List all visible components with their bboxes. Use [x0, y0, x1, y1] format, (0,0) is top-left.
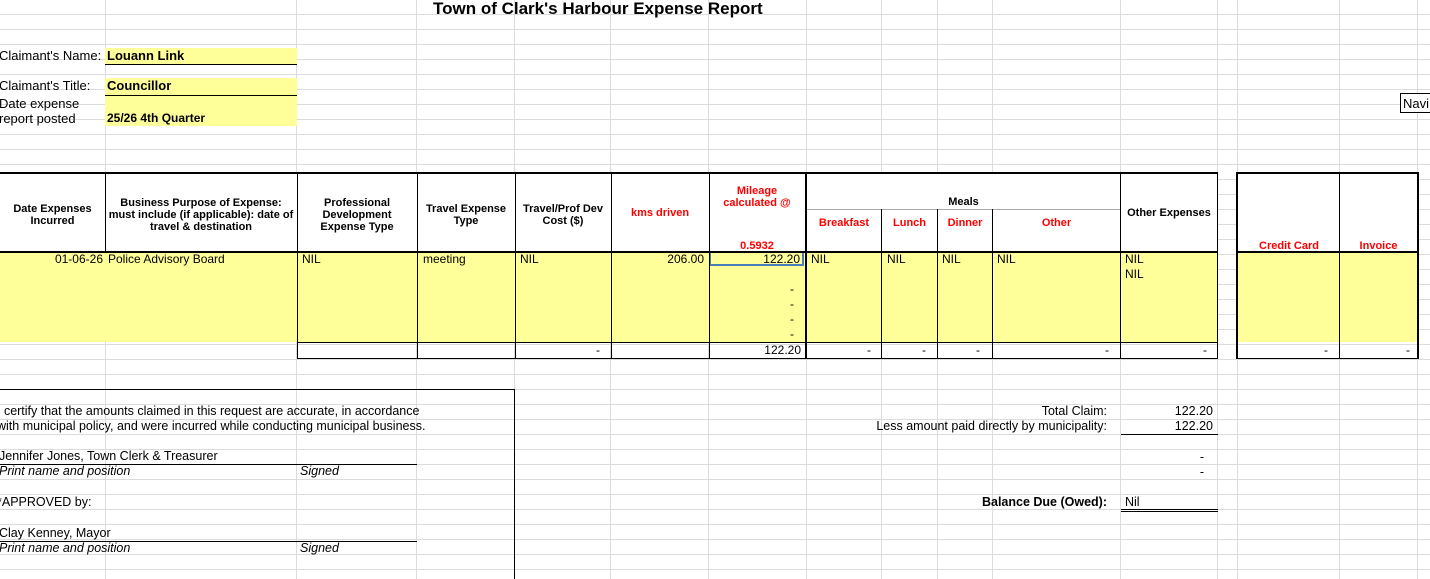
col-header-travel-type: Travel Expense Type: [425, 203, 507, 227]
col-div-11: [1120, 172, 1121, 359]
cert-line-1: I certify that the amounts claimed in th…: [0, 404, 420, 418]
claimant-name-underline: [105, 64, 297, 65]
mayor-signed-label: Signed: [300, 541, 339, 555]
col-header-kms: kms driven: [630, 207, 690, 219]
table-top-border: [0, 172, 1218, 174]
row1-other-expenses[interactable]: NIL: [1125, 252, 1215, 267]
col-div-1: [105, 172, 106, 252]
col-div-7: [805, 172, 807, 359]
mayor-name: Clay Kenney, Mayor: [0, 526, 111, 540]
claimant-title-field[interactable]: Councillor: [105, 78, 297, 95]
col-header-prof-dev: Professional Development Expense Type: [320, 197, 394, 233]
row1-travel-type[interactable]: meeting: [423, 252, 513, 267]
total-claim-value: 122.20: [1174, 404, 1213, 418]
row1-purpose[interactable]: Police Advisory Board: [108, 252, 296, 267]
col-header-mileage: Mileage calculated @: [723, 185, 791, 209]
payment-mid-border: [1339, 172, 1340, 359]
meals-divider: [807, 209, 1120, 210]
col-header-date: Date Expenses Incurred: [13, 203, 92, 227]
clerk-name: Jennifer Jones, Town Clerk & Treasurer: [0, 449, 218, 463]
row1-travel-cost[interactable]: NIL: [520, 252, 608, 267]
less-paid-underline: [1121, 434, 1218, 435]
col-div-6: [709, 172, 710, 359]
payment-rows-area: [1238, 252, 1418, 342]
summary-dash-2: -: [1199, 465, 1204, 479]
approved-label: *APPROVED by:: [0, 495, 92, 509]
clerk-signed-label: Signed: [300, 464, 339, 478]
date-posted-label-line1: Date expense: [0, 96, 80, 111]
row2-other-expenses[interactable]: NIL: [1125, 267, 1215, 282]
cert-line-2: with municipal policy, and were incurred…: [0, 419, 426, 433]
col-div-2: [297, 172, 298, 359]
date-posted-label-line2: report posted: [0, 111, 76, 126]
col-div-10: [992, 209, 993, 359]
header-bottom-border: [0, 251, 1218, 253]
less-paid-label: Less amount paid directly by municipalit…: [876, 419, 1107, 433]
totals-top-border: [297, 342, 1218, 343]
mayor-print-label: Print name and position: [0, 541, 131, 555]
total-invoice: -: [1406, 343, 1410, 357]
row1-prof-dev[interactable]: NIL: [302, 252, 412, 267]
balance-due-label: Balance Due (Owed):: [981, 495, 1107, 509]
row6-mileage[interactable]: -: [710, 327, 794, 342]
row1-kms[interactable]: 206.00: [612, 252, 704, 267]
total-other: -: [1105, 343, 1109, 357]
row1-breakfast[interactable]: NIL: [811, 252, 879, 267]
date-posted-field[interactable]: 25/26 4th Quarter: [105, 96, 297, 126]
total-breakfast: -: [867, 343, 871, 357]
payment-top-border: [1237, 172, 1419, 174]
clerk-print-label: Print name and position: [0, 464, 131, 478]
col-header-meals: Meals: [948, 196, 979, 208]
row1-date[interactable]: 01-06-26: [0, 252, 103, 267]
payment-left-border: [1236, 172, 1238, 359]
col-header-breakfast: Breakfast: [818, 217, 870, 229]
claimant-name-label: Claimant's Name:: [0, 48, 102, 63]
navigation-button[interactable]: Navi: [1400, 93, 1430, 113]
col-div-4: [515, 172, 516, 359]
balance-underline-2: [1121, 511, 1218, 512]
col-div-9: [937, 209, 938, 359]
date-posted-value: 25/26 4th Quarter: [107, 111, 206, 125]
col-header-travel-cost: Travel/Prof Dev Cost ($): [522, 203, 604, 227]
col-div-3: [417, 172, 418, 359]
row1-dinner[interactable]: NIL: [942, 252, 990, 267]
col-div-5: [611, 172, 612, 359]
col-div-8: [881, 209, 882, 359]
row1-mileage[interactable]: 122.20: [709, 251, 804, 266]
payment-header-bottom-border: [1237, 251, 1419, 253]
payment-right-border: [1417, 172, 1419, 359]
row3-mileage[interactable]: -: [710, 282, 794, 297]
col-header-lunch: Lunch: [893, 217, 926, 229]
row4-mileage[interactable]: -: [710, 297, 794, 312]
col-div-12: [1217, 172, 1218, 359]
totals-bottom-border: [297, 358, 1218, 359]
payment-totals-bottom: [1237, 358, 1419, 359]
claimant-name-field[interactable]: Louann Link: [105, 48, 297, 64]
col-header-other-expenses: Other Expenses: [1127, 207, 1211, 219]
claimant-name-value: Louann Link: [107, 48, 185, 63]
col-header-other: Other: [1041, 217, 1072, 229]
row1-other[interactable]: NIL: [997, 252, 1117, 267]
claimant-title-value: Councillor: [107, 78, 172, 93]
total-other-expenses: -: [1203, 343, 1207, 357]
col-header-dinner: Dinner: [947, 217, 983, 229]
row1-lunch[interactable]: NIL: [887, 252, 935, 267]
report-title: Town of Clark's Harbour Expense Report: [433, 0, 763, 18]
row5-mileage[interactable]: -: [710, 312, 794, 327]
total-lunch: -: [922, 343, 926, 357]
total-mileage: 122.20: [764, 343, 801, 357]
balance-due-value: Nil: [1125, 495, 1140, 509]
claimant-title-label: Claimant's Title:: [0, 78, 91, 93]
summary-dash-1: -: [1199, 450, 1204, 464]
col-header-purpose: Business Purpose of Expense: must includ…: [108, 197, 294, 233]
total-dinner: -: [976, 343, 980, 357]
total-travel-cost: -: [596, 343, 600, 357]
cert-box-top: [0, 389, 515, 390]
balance-underline-1: [1121, 509, 1218, 510]
cert-box-right: [514, 389, 515, 579]
total-credit-card: -: [1324, 343, 1328, 357]
total-claim-label: Total Claim:: [1041, 404, 1107, 418]
less-paid-value: 122.20: [1174, 419, 1213, 433]
